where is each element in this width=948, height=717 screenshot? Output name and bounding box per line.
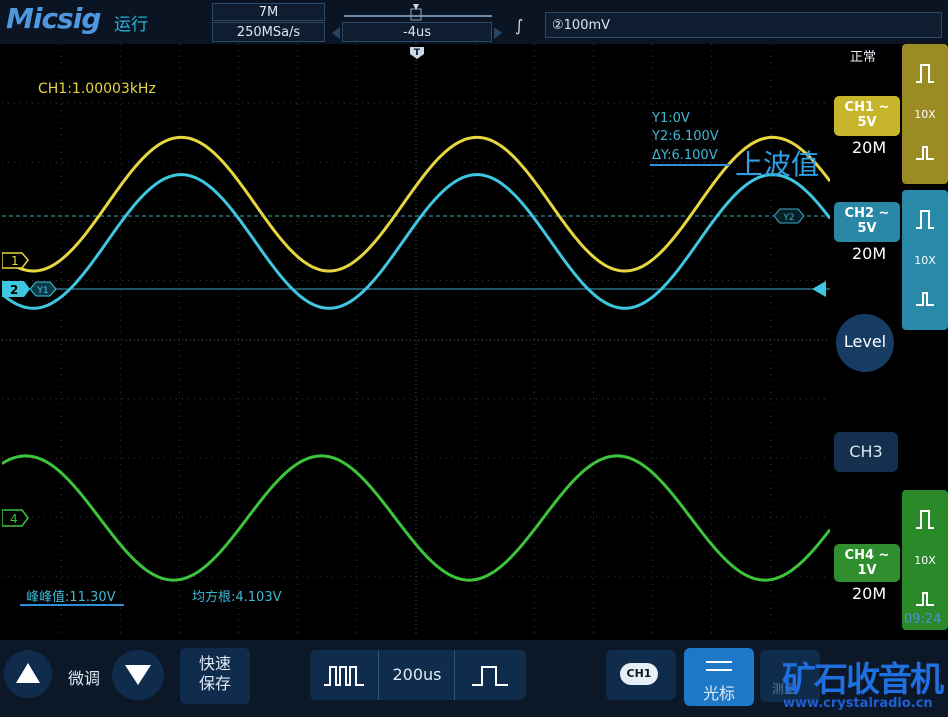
ch1-button[interactable]: CH1 ~ 5V [834,96,900,136]
ch3-button[interactable]: CH3 [834,432,898,472]
time-right-arrow-icon [494,27,502,39]
trigger-marker-label: T [414,48,421,58]
ch2-button[interactable]: CH2 ~ 5V [834,202,900,242]
run-state[interactable]: 运行 [114,10,148,35]
memory-depth[interactable]: 7M [212,3,325,21]
up-button[interactable] [4,650,52,698]
down-arrow-icon [125,665,151,685]
peak-to-peak-readout: 峰峰值:11.30V [26,589,116,605]
ch1-coupling-icon [916,64,934,83]
ch4-scale: 1V [857,563,877,578]
quick-save-button[interactable]: 快速 保存 [180,648,250,704]
timebase-expand-icon[interactable] [322,664,366,688]
watermark: 矿石收音机 [782,660,944,700]
ch2-probe: 10X [914,254,936,267]
timebase-value[interactable]: 200us [380,665,454,684]
sample-rate[interactable]: 250MSa/s [212,22,325,42]
cursor-y2-marker-label: Y2 [782,213,794,223]
cursor-y1-readout: Y1:0V [651,111,690,126]
channel-panel: 正常 CH1 ~ 5V 20M 10X CH2 ~ 5V 20M 10X Lev… [832,44,948,644]
up-arrow-icon [16,663,40,683]
level-knob[interactable]: Level [836,314,894,372]
cursor-label: 光标 [702,684,735,703]
trigger-edge-icon[interactable]: ∫ [515,16,523,35]
cursor-y2-readout: Y2:6.100V [651,129,719,144]
brand-logo: Micsig [6,2,101,35]
time-position-value[interactable]: -4us [342,22,492,42]
ch4-coupling-icon [916,510,934,529]
ch2-side-strip[interactable]: 10X [902,190,948,330]
ch2-scale: 5V [857,221,877,236]
down-button[interactable] [112,650,164,700]
ch2-label: CH2 ~ [844,206,890,221]
ch4-bandwidth: 20M [852,584,887,603]
ch4-label: CH4 ~ [844,548,890,563]
waveform-display[interactable]: T 1 2 Y1 Y2 4 CH1:1.00003kHz Y1:0V Y2:6.… [2,44,830,636]
timebase-control: 200us [310,650,526,700]
level-label: Level [843,332,887,351]
channel-select-label: CH1 [620,663,658,685]
ch1-side-strip[interactable]: 10X [902,44,948,184]
ch1-marker-label: 1 [11,254,19,268]
ch2-bw-icon [916,292,934,306]
acquire-mode[interactable]: 正常 [850,46,876,65]
ch2-bandwidth: 20M [852,244,887,263]
fine-tune-label[interactable]: 微调 [68,665,100,689]
cursor-delta-readout: ΔY:6.100V [652,148,718,163]
ch1-scale: 5V [857,115,877,130]
ch1-bw-icon [916,146,934,160]
ch4-bw-icon [916,592,934,606]
annotation-upper-value: 上波值 [735,148,819,181]
ch4-button[interactable]: CH4 ~ 1V [834,544,900,582]
cursor-button[interactable]: 光标 [684,648,754,706]
ch2-coupling-icon [916,210,934,229]
rms-readout: 均方根:4.103V [192,589,282,605]
ch4-probe: 10X [914,554,936,567]
watermark-url: www.crystalradio.cn [783,696,933,711]
timebase-compress-icon[interactable] [470,664,510,688]
frequency-readout: CH1:1.00003kHz [38,81,156,97]
ch2-marker-label: 2 [10,283,18,297]
ch1-probe: 10X [914,108,936,121]
ch1-bandwidth: 20M [852,138,887,157]
cursor-icon [706,661,732,671]
cursor-y1-marker-label: Y1 [36,286,48,296]
trigger-level[interactable]: ②100mV [545,12,942,38]
channel-select-button[interactable]: CH1 [606,650,676,700]
ch4-side-strip[interactable]: 10X [902,490,948,630]
quick-save-label: 快速 保存 [198,654,231,693]
ch1-label: CH1 ~ [844,100,890,115]
clock: 09:24 [904,612,942,627]
time-left-arrow-icon [332,27,340,39]
ch4-marker-label: 4 [10,512,18,526]
top-toolbar: Micsig 运行 7M 250MSa/s -4us ∫ ②100mV [0,0,948,44]
